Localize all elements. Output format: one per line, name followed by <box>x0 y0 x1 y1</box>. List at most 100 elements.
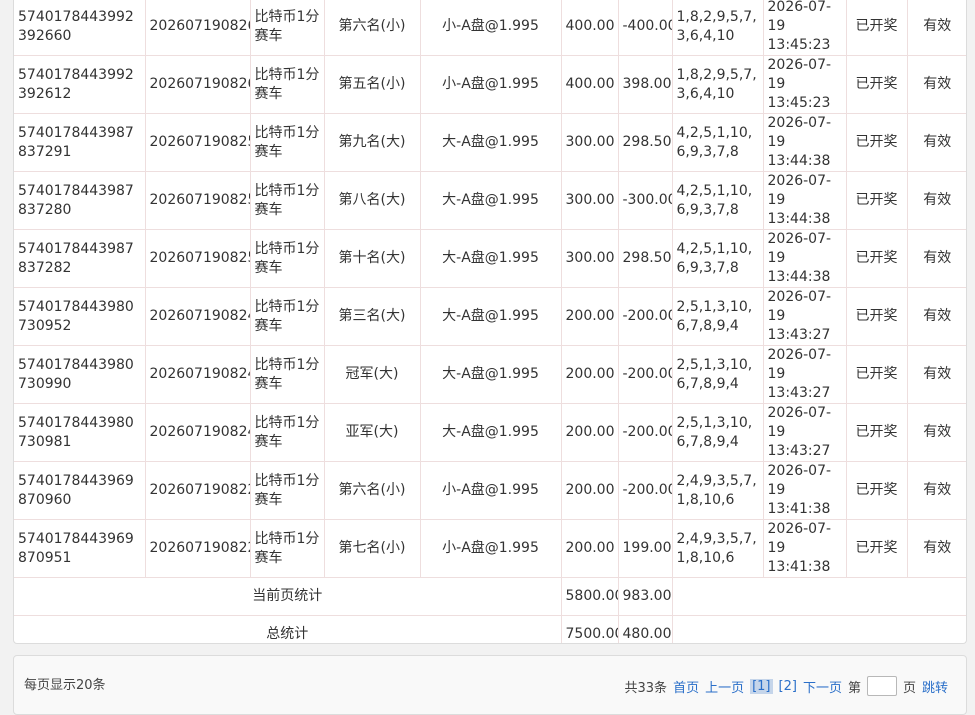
cell-game: 比特币1分赛车 <box>249 229 325 288</box>
page-stats-label: 当前页统计 <box>14 577 562 616</box>
cell-result: 4,2,5,1,10,6,9,3,7,8 <box>671 229 764 288</box>
cell-period: 202607190822 <box>144 519 251 578</box>
cell-valid: 有效 <box>906 403 966 462</box>
cell-win: -200.00 <box>617 345 673 404</box>
cell-status: 已开奖 <box>845 171 908 230</box>
cell-win: 199.00 <box>617 519 673 578</box>
cell-time: 2026-07-19 13:44:38 <box>762 229 847 288</box>
cell-game: 比特币1分赛车 <box>249 113 325 172</box>
cell-valid: 有效 <box>906 0 966 56</box>
page-stats-amount: 5800.00 <box>560 577 619 616</box>
cell-status: 已开奖 <box>845 345 908 404</box>
cell-amount: 200.00 <box>560 519 619 578</box>
cell-period: 202607190825 <box>144 229 251 288</box>
cell-game: 比特币1分赛车 <box>249 55 325 114</box>
cell-play: 第七名(小) <box>323 519 421 578</box>
next-page-link[interactable]: 下一页 <box>803 677 842 696</box>
cell-amount: 400.00 <box>560 55 619 114</box>
cell-valid: 有效 <box>906 519 966 578</box>
cell-amount: 300.00 <box>560 229 619 288</box>
cell-amount: 400.00 <box>560 0 619 56</box>
cell-valid: 有效 <box>906 345 966 404</box>
page-stats-empty <box>671 577 966 616</box>
cell-time: 2026-07-19 13:41:38 <box>762 519 847 578</box>
cell-amount: 200.00 <box>560 403 619 462</box>
cell-period: 202607190826 <box>144 55 251 114</box>
prev-page-link[interactable]: 上一页 <box>705 677 744 696</box>
cell-win: 398.00 <box>617 55 673 114</box>
cell-time: 2026-07-19 13:44:38 <box>762 171 847 230</box>
cell-period: 202607190825 <box>144 113 251 172</box>
cell-game: 比特币1分赛车 <box>249 519 325 578</box>
cell-bet: 大-A盘@1.995 <box>419 113 562 172</box>
pagination-bar: 每页显示20条 共33条 首页 上一页 [1] [2] 下一页 第 页 跳转 <box>13 655 967 715</box>
cell-win: -200.00 <box>617 403 673 462</box>
cell-period: 202607190824 <box>144 345 251 404</box>
cell-amount: 200.00 <box>560 461 619 520</box>
cell-result: 2,5,1,3,10,6,7,8,9,4 <box>671 287 764 346</box>
cell-time: 2026-07-19 13:43:27 <box>762 403 847 462</box>
cell-order-no: 5740178443987837280 <box>14 171 146 230</box>
cell-win: 298.50 <box>617 113 673 172</box>
cell-status: 已开奖 <box>845 403 908 462</box>
cell-status: 已开奖 <box>845 229 908 288</box>
cell-time: 2026-07-19 13:45:23 <box>762 0 847 56</box>
cell-play: 第六名(小) <box>323 461 421 520</box>
total-count: 共33条 <box>624 680 668 696</box>
cell-order-no: 5740178443987837291 <box>14 113 146 172</box>
cell-order-no: 5740178443969870960 <box>14 461 146 520</box>
cell-play: 亚军(大) <box>323 403 421 462</box>
cell-win: -300.00 <box>617 171 673 230</box>
table-row: 5740178443987837282 202607190825 比特币1分赛车 第十… <box>14 229 966 288</box>
cell-amount: 200.00 <box>560 287 619 346</box>
cell-result: 2,5,1,3,10,6,7,8,9,4 <box>671 403 764 462</box>
cell-game: 比特币1分赛车 <box>249 345 325 404</box>
page-1-link[interactable]: [1] <box>750 678 773 694</box>
cell-time: 2026-07-19 13:45:23 <box>762 55 847 114</box>
cell-result: 2,4,9,3,5,7,1,8,10,6 <box>671 461 764 520</box>
cell-play: 第十名(大) <box>323 229 421 288</box>
goto-prefix: 第 <box>847 680 861 696</box>
cell-valid: 有效 <box>906 55 966 114</box>
bet-records-table: 5740178443992392660 202607190826 比特币1分赛车 第六… <box>13 0 967 644</box>
jump-button[interactable]: 跳转 <box>922 677 948 696</box>
cell-order-no: 5740178443992392612 <box>14 55 146 114</box>
cell-period: 202607190824 <box>144 287 251 346</box>
records-body: 5740178443992392660 202607190826 比特币1分赛车 第六… <box>14 0 966 578</box>
pagination-nav: 共33条 首页 上一页 [1] [2] 下一页 第 页 跳转 <box>625 676 948 696</box>
cell-valid: 有效 <box>906 287 966 346</box>
cell-time: 2026-07-19 13:43:27 <box>762 345 847 404</box>
cell-order-no: 5740178443992392660 <box>14 0 146 56</box>
cell-play: 第三名(大) <box>323 287 421 346</box>
cell-result: 4,2,5,1,10,6,9,3,7,8 <box>671 171 764 230</box>
cell-status: 已开奖 <box>845 461 908 520</box>
cell-result: 4,2,5,1,10,6,9,3,7,8 <box>671 113 764 172</box>
page-stats-win: 983.00 <box>617 577 673 616</box>
per-page-label: 每页显示20条 <box>24 678 106 693</box>
cell-status: 已开奖 <box>845 55 908 114</box>
table-row: 5740178443987837280 202607190825 比特币1分赛车 第八… <box>14 171 966 230</box>
cell-result: 1,8,2,9,5,7,3,6,4,10 <box>671 0 764 56</box>
total-stats-row: 总统计 7500.00 480.00 <box>14 615 966 643</box>
cell-order-no: 5740178443980730990 <box>14 345 146 404</box>
cell-play: 冠军(大) <box>323 345 421 404</box>
table-row: 5740178443969870960 202607190822 比特币1分赛车 第六… <box>14 461 966 520</box>
cell-valid: 有效 <box>906 171 966 230</box>
cell-amount: 300.00 <box>560 171 619 230</box>
goto-suffix: 页 <box>902 680 916 696</box>
table-row: 5740178443987837291 202607190825 比特币1分赛车 第九… <box>14 113 966 172</box>
cell-status: 已开奖 <box>845 0 908 56</box>
cell-game: 比特币1分赛车 <box>249 461 325 520</box>
cell-order-no: 5740178443980730981 <box>14 403 146 462</box>
cell-order-no: 5740178443969870951 <box>14 519 146 578</box>
goto-page-input[interactable] <box>866 676 897 696</box>
cell-game: 比特币1分赛车 <box>249 287 325 346</box>
first-page-link[interactable]: 首页 <box>673 677 699 696</box>
cell-time: 2026-07-19 13:41:38 <box>762 461 847 520</box>
cell-order-no: 5740178443980730952 <box>14 287 146 346</box>
records-table: 5740178443992392660 202607190826 比特币1分赛车 第六… <box>14 0 966 643</box>
cell-play: 第九名(大) <box>323 113 421 172</box>
page-2-link[interactable]: [2] <box>779 679 797 694</box>
cell-valid: 有效 <box>906 229 966 288</box>
cell-status: 已开奖 <box>845 113 908 172</box>
